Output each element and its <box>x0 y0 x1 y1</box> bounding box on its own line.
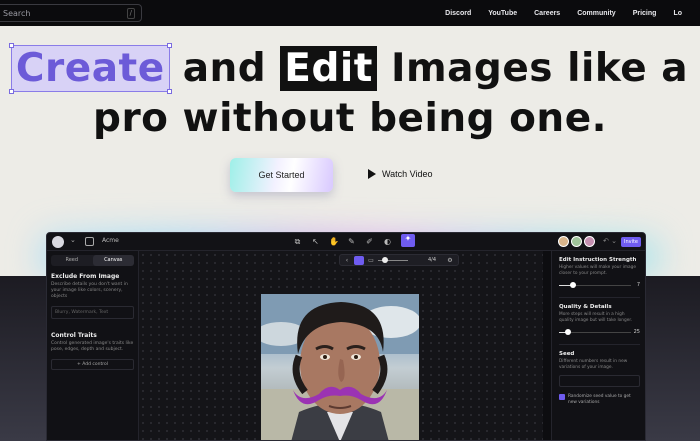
selection-handle <box>8 43 14 48</box>
zoom-toolbar: ‹ ▭ 4/4 ⚙ <box>339 254 459 266</box>
edit-tool-icon[interactable]: ✎ <box>347 237 356 246</box>
exclude-description: Describe details you don't want in your … <box>51 282 128 299</box>
headline-create-word: Create <box>8 43 172 94</box>
avatar[interactable] <box>584 236 595 247</box>
quality-description: More steps will result in a high quality… <box>559 312 633 323</box>
portrait-illustration <box>261 294 419 440</box>
fill-tool-icon[interactable]: ◐ <box>383 237 392 246</box>
randomize-seed-label: Randomize seed value to get new variatio… <box>568 394 631 405</box>
create-text: Create <box>15 46 165 91</box>
randomize-seed-checkbox[interactable]: Randomize seed value to get new variatio… <box>559 394 640 405</box>
editor-toolbar: ⌄ Acme ⧉ ↖ ✋ ✎ ✐ ◐ ✦ ↶ ⌄ Invite <box>47 233 645 251</box>
watch-video-label: Watch Video <box>382 169 433 179</box>
strength-description: Higher values will make your image close… <box>559 265 637 276</box>
headline-and-word: and <box>182 46 267 91</box>
hand-tool-icon[interactable]: ✋ <box>329 237 339 246</box>
nav-link-discord[interactable]: Discord <box>445 10 471 17</box>
top-nav: Search / Discord YouTube Careers Communi… <box>0 0 700 26</box>
tool-group: ⧉ ↖ ✋ ✎ ✐ ◐ ✦ <box>293 234 415 247</box>
canvas-area[interactable]: ‹ ▭ 4/4 ⚙ <box>139 251 543 440</box>
tab-canvas[interactable]: Canvas <box>92 255 134 266</box>
collaborator-avatars <box>558 236 595 247</box>
chevron-left-icon[interactable]: ‹ <box>343 257 351 265</box>
settings-icon[interactable]: ⚙ <box>446 257 454 265</box>
selection-handle <box>166 89 172 94</box>
quality-slider[interactable]: 25 <box>559 328 640 336</box>
control-traits-title: Control Traits <box>51 332 97 339</box>
left-panel: Reed Canvas Exclude From Image Describe … <box>47 251 139 440</box>
brush-size-active-icon[interactable] <box>354 256 364 265</box>
get-started-button[interactable]: Get Started <box>230 158 333 192</box>
divider <box>559 297 640 298</box>
strength-value: 7 <box>636 282 640 288</box>
quality-value: 25 <box>633 329 640 335</box>
strength-slider[interactable]: 7 <box>559 281 640 289</box>
slider-knob[interactable] <box>565 329 571 335</box>
add-control-button[interactable]: + Add control <box>51 359 134 370</box>
right-panel: Edit Instruction Strength Higher values … <box>551 251 645 440</box>
invite-button[interactable]: Invite <box>621 237 641 247</box>
app-logo-icon[interactable] <box>52 236 64 248</box>
search-placeholder: Search <box>3 8 31 18</box>
divider <box>559 344 640 345</box>
headline-line-2: pro without being one. <box>93 96 607 141</box>
search-input[interactable]: Search / <box>0 4 142 22</box>
exclude-input[interactable]: Blurry, Watermark, Text <box>51 306 134 319</box>
avatar[interactable] <box>571 236 582 247</box>
exclude-title: Exclude From Image <box>51 273 120 280</box>
brush-tool-icon[interactable]: ✐ <box>365 237 374 246</box>
selection-handle <box>8 89 14 94</box>
nav-links: Discord YouTube Careers Community Pricin… <box>445 0 682 26</box>
seed-input[interactable] <box>559 375 640 387</box>
search-shortcut: / <box>126 8 135 19</box>
tab-reed[interactable]: Reed <box>51 255 93 266</box>
frame-tool-icon[interactable]: ⧉ <box>293 237 302 246</box>
avatar[interactable] <box>558 236 569 247</box>
project-name[interactable]: Acme <box>102 237 119 244</box>
checkbox-checked-icon[interactable] <box>559 394 565 400</box>
nav-link-pricing[interactable]: Pricing <box>633 10 657 17</box>
headline-rest: Images like a <box>390 46 689 91</box>
slider-knob[interactable] <box>570 282 576 288</box>
select-tool-icon[interactable]: ↖ <box>311 237 320 246</box>
seed-description: Different numbers result in new variatio… <box>559 359 628 370</box>
chevron-down-icon[interactable]: ⌄ <box>70 236 76 244</box>
control-traits-description: Control generated image's traits like po… <box>51 341 134 352</box>
editor-app-window: ⌄ Acme ⧉ ↖ ✋ ✎ ✐ ◐ ✦ ↶ ⌄ Invite Reed Can… <box>46 232 646 441</box>
headline-line-1: Create and Edit Images like a <box>0 43 700 94</box>
nav-link-community[interactable]: Community <box>577 10 616 17</box>
headline-edit-word: Edit <box>280 46 377 91</box>
nav-link-youtube[interactable]: YouTube <box>488 10 517 17</box>
selection-handle <box>166 43 172 48</box>
undo-icon[interactable]: ↶ ⌄ <box>603 237 617 245</box>
left-tabs: Reed Canvas <box>51 255 134 266</box>
watch-video-link[interactable]: Watch Video <box>368 169 433 179</box>
eraser-icon[interactable]: ▭ <box>367 257 375 265</box>
strength-title: Edit Instruction Strength <box>559 257 637 263</box>
seed-title: Seed <box>559 351 575 357</box>
brush-size-knob[interactable] <box>382 257 388 263</box>
play-icon <box>368 169 376 179</box>
magic-tool-icon[interactable]: ✦ <box>401 234 415 247</box>
edited-portrait-image[interactable] <box>261 294 419 440</box>
quality-title: Quality & Details <box>559 304 612 310</box>
brush-size-value: 4/4 <box>428 257 437 263</box>
panel-toggle-icon[interactable] <box>85 237 94 246</box>
nav-link-careers[interactable]: Careers <box>534 10 560 17</box>
nav-link-login[interactable]: Lo <box>673 10 682 17</box>
